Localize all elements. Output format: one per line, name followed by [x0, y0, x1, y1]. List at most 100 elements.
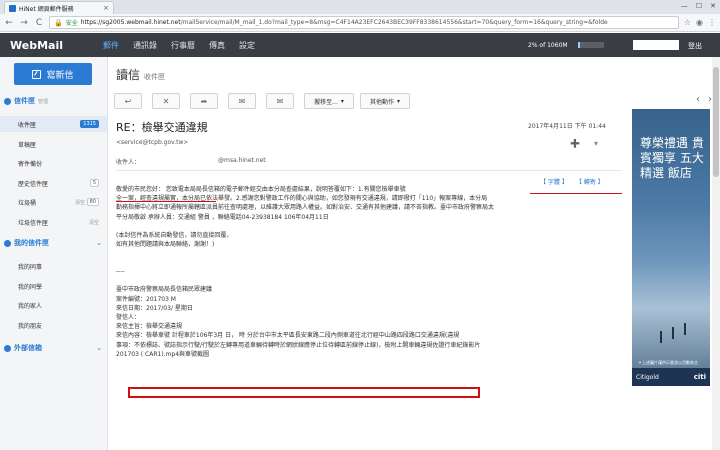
minimize-icon[interactable]: — — [681, 2, 688, 10]
message-body: 敬愛的市民您好： 您致電本局局長信箱的電子郵件經交由本分局查處結果，說明答覆如下… — [116, 185, 624, 359]
current-folder: 收件匣 — [144, 73, 166, 81]
message-sender[interactable]: <service@tcpb.gov.tw> — [116, 139, 188, 146]
count-badge: 5 — [89, 179, 99, 187]
sidebar-item-colleagues[interactable]: 我的同事 — [0, 258, 107, 274]
menu-icon[interactable]: ⋮ — [708, 18, 716, 27]
sidebar-item-friends[interactable]: 我的朋友 — [0, 317, 107, 333]
sidebar-item-classmates[interactable]: 我的同學 — [0, 278, 107, 294]
body-line: 全一案，經查違規屬實，本分局已依法舉發。2.感謝您對警政工作的關心與協助，如您發… — [116, 195, 488, 203]
close-window-icon[interactable]: ✕ — [710, 2, 716, 10]
url-field[interactable]: 🔒 安全 https://sg2005.webmail.hinet.net/ma… — [49, 16, 679, 29]
forward-arrow-icon[interactable]: → — [19, 18, 29, 28]
main-nav: 郵件 通訊錄 行事曆 傳真 設定 — [96, 40, 262, 51]
window-controls: — ☐ ✕ — [681, 2, 716, 10]
expand-header-icon[interactable]: ▾ — [594, 139, 598, 148]
inbox-section-header[interactable]: 信件匣 管理 — [4, 95, 104, 107]
bookmark-star-icon[interactable]: ☆ — [684, 18, 691, 27]
other-actions-label: 其他動作 — [369, 98, 394, 106]
empty-spam-link[interactable]: 清空 — [89, 219, 99, 226]
ad-footer: Citigold citi — [632, 368, 710, 386]
reload-icon[interactable]: C — [34, 18, 44, 28]
sidebar-item-spam[interactable]: 垃圾信件匣 清空 — [0, 214, 107, 230]
nav-mail[interactable]: 郵件 — [96, 40, 126, 51]
annotation-underline — [530, 193, 622, 194]
nav-calendar[interactable]: 行事曆 — [164, 40, 202, 51]
pier-post — [672, 327, 674, 339]
browser-tab[interactable]: HiNet 網頁郵件服務 × — [4, 1, 114, 14]
move-to-dropdown[interactable]: 搬移至... ▾ — [304, 93, 354, 109]
forward-button[interactable]: ➦ — [190, 93, 218, 109]
my-folders-section-header[interactable]: 我的信件匣 ⌄ — [4, 237, 104, 249]
folder-label: 我的同學 — [18, 283, 43, 291]
reading-pane: 讀信 收件匣 ↩ ✕ ➦ ✉ ✉ 搬移至... ▾ 其他動作 ▾ ‹ › RE：… — [108, 57, 720, 450]
empty-trash-link[interactable]: 清空 — [75, 199, 85, 206]
body-line: 案件編號：201703 M — [116, 295, 176, 303]
section-title: 信件匣 — [14, 97, 35, 105]
sidebar-item-sent[interactable]: 寄件備份 — [0, 155, 107, 171]
delete-icon: ✕ — [162, 96, 170, 106]
address-bar: ← → C 🔒 安全 https://sg2005.webmail.hinet.… — [0, 14, 720, 32]
scrollbar-thumb[interactable] — [713, 67, 719, 177]
maximize-icon[interactable]: ☐ — [696, 2, 702, 10]
chevron-down-icon[interactable]: ⌄ — [96, 239, 102, 247]
back-arrow-icon[interactable]: ← — [4, 18, 14, 28]
webmail-logo: WebMail — [10, 38, 63, 52]
sidebar-item-drafts[interactable]: 草稿匣 — [0, 136, 107, 152]
search-input[interactable] — [633, 40, 679, 50]
folder-label: 歷史信件匣 — [18, 180, 49, 188]
delete-button[interactable]: ✕ — [152, 93, 180, 109]
citi-logo: citi — [693, 373, 706, 381]
body-line — [116, 249, 624, 258]
compose-button[interactable]: 寫新信 — [14, 63, 92, 85]
sidebar-item-history[interactable]: 歷史信件匣 5 — [0, 175, 107, 191]
folder-label: 我的家人 — [18, 302, 43, 310]
quota-text: 2% of 1060M — [528, 42, 568, 49]
mark-button[interactable]: ✉ — [266, 93, 294, 109]
other-actions-dropdown[interactable]: 其他動作 ▾ — [360, 93, 410, 109]
manage-link[interactable]: 管理 — [38, 98, 48, 105]
external-mailbox-icon — [4, 344, 11, 352]
header-actions: ➕ ▾ — [570, 139, 598, 148]
folder-label: 收件匣 — [18, 121, 37, 129]
sidebar-item-family[interactable]: 我的家人 — [0, 297, 107, 313]
body-line: ---- — [116, 268, 125, 276]
citibank-ad[interactable]: 尊榮禮遇 貴賓獨享 五大精選 飯店 ＊上述圖片僅供示意並以活動為主 Citigo… — [632, 109, 710, 386]
nav-contacts[interactable]: 通訊錄 — [126, 40, 164, 51]
logout-link[interactable]: 登出 — [688, 41, 702, 51]
pier-post — [660, 331, 662, 343]
recipient-redacted — [148, 157, 211, 164]
hinet-favicon-icon — [9, 4, 16, 12]
chevron-down-icon[interactable]: ⌄ — [96, 344, 102, 352]
sidebar-item-trash[interactable]: 垃圾桶 清空 80 — [0, 194, 107, 210]
compose-icon — [32, 69, 42, 79]
sidebar-item-inbox[interactable]: 收件匣 1315 — [0, 116, 107, 132]
read-heading: 讀信 — [116, 68, 141, 82]
message-subject: RE：檢舉交通違規 — [116, 121, 208, 134]
prev-message-icon[interactable]: ‹ — [696, 94, 700, 105]
lock-icon: 🔒 — [54, 18, 63, 27]
tab-close-icon[interactable]: × — [103, 4, 109, 12]
compose-label: 寫新信 — [46, 70, 74, 81]
body-line: 來信日期：2017/03/ 星期日 — [116, 304, 193, 312]
app-header: WebMail 郵件 通訊錄 行事曆 傳真 設定 2% of 1060M 登出 — [0, 33, 720, 57]
reply-button[interactable]: ✉ — [228, 93, 256, 109]
envelope-icon: ✉ — [238, 96, 246, 106]
recipient-label: 收件人： — [116, 159, 141, 166]
nav-settings[interactable]: 設定 — [232, 40, 262, 51]
body-line: (本封信件為系統自動發信，請勿直接回覆， — [116, 231, 233, 239]
page-scrollbar[interactable] — [712, 57, 720, 450]
message-date: 2017年4月11日 下午 01:44 — [528, 123, 606, 130]
annotation-box — [128, 387, 480, 398]
back-button[interactable]: ↩ — [114, 93, 142, 109]
page-title: 讀信 收件匣 — [116, 66, 165, 83]
caret-down-icon: ▾ — [340, 97, 344, 105]
section-title: 外部信箱 — [14, 344, 42, 352]
external-mailbox-section-header[interactable]: 外部信箱 ⌄ — [4, 342, 104, 354]
secure-label: 安全 — [65, 20, 78, 27]
folder-label: 垃圾桶 — [18, 199, 37, 207]
nav-fax[interactable]: 傳真 — [202, 40, 232, 51]
add-contact-icon[interactable]: ➕ — [570, 139, 580, 148]
extension-icon[interactable]: ◉ — [696, 18, 703, 27]
count-badge: 80 — [86, 198, 99, 206]
recipient-row: 收件人： @msa.hinet.net — [116, 157, 266, 166]
